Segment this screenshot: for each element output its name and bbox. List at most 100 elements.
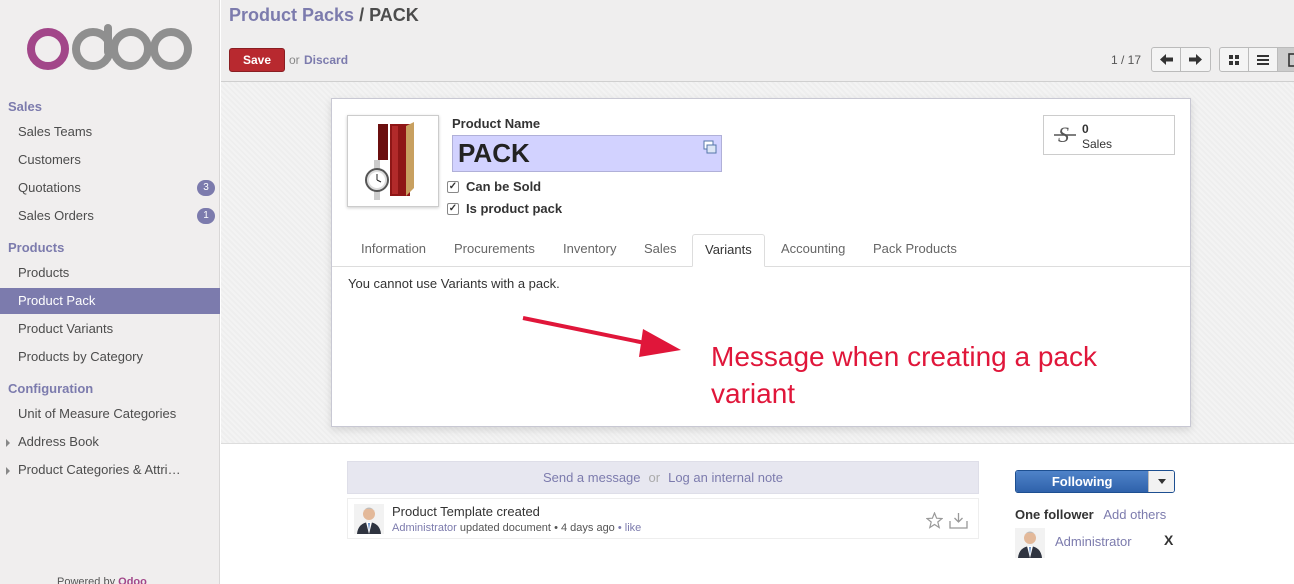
powered-by-text: Powered by <box>57 576 116 584</box>
breadcrumb-separator: / <box>359 5 365 25</box>
breadcrumb-parent-link[interactable]: Product Packs <box>229 5 354 25</box>
translate-icon[interactable] <box>703 140 717 154</box>
view-switcher <box>1219 47 1294 72</box>
tab-inventory[interactable]: Inventory <box>551 234 628 267</box>
is-product-pack-field: ✓ Is product pack <box>447 201 562 216</box>
pager-counter: 1 / 17 <box>1111 53 1142 67</box>
can-be-sold-label: Can be Sold <box>466 179 542 194</box>
add-followers-link[interactable]: Add others <box>1103 507 1166 522</box>
product-name-label: Product Name <box>452 116 541 131</box>
message-dot-link: • <box>617 522 622 534</box>
archive-icon[interactable] <box>949 512 968 529</box>
remove-follower-button[interactable]: X <box>1164 532 1173 548</box>
menu-item-products[interactable]: Products <box>0 260 220 286</box>
sales-stat-label: Sales <box>1082 137 1113 151</box>
tab-accounting[interactable]: Accounting <box>769 234 857 267</box>
menu-item-label: Address Book <box>18 434 99 449</box>
sales-stat-button[interactable]: S 0 Sales <box>1043 115 1175 155</box>
sales-count: 0 <box>1082 122 1089 136</box>
tab-pack-products[interactable]: Pack Products <box>861 234 969 267</box>
caret-right-icon <box>6 439 10 447</box>
avatar <box>354 504 384 534</box>
menu-item-product-pack[interactable]: Product Pack <box>0 288 220 314</box>
like-link[interactable]: like <box>625 522 642 534</box>
arrow-left-icon <box>1159 54 1173 65</box>
strikethrough-dollar-icon: S <box>1054 122 1076 147</box>
menu-item-customers[interactable]: Customers <box>0 147 220 173</box>
list-view-button[interactable] <box>1249 48 1278 71</box>
menu-section-configuration: Configuration <box>8 381 94 396</box>
odoo-logo[interactable] <box>25 22 195 72</box>
menu-item-product-categories[interactable]: Product Categories & Attri… <box>0 457 220 483</box>
star-icon[interactable] <box>926 512 943 529</box>
or-text: or <box>648 470 661 485</box>
menu-item-label: Products by Category <box>18 349 144 364</box>
following-label[interactable]: Following <box>1016 471 1149 492</box>
is-product-pack-checkbox[interactable]: ✓ <box>447 202 459 215</box>
menu-item-quotations[interactable]: Quotations 3 <box>0 175 220 201</box>
breadcrumb: Product Packs / PACK <box>229 5 419 26</box>
annotation-text: Message when creating a pack variant <box>711 341 1097 409</box>
sales-orders-count-badge: 1 <box>197 208 215 224</box>
powered-by-link[interactable]: Odoo <box>118 576 147 584</box>
message-title: Product Template created <box>392 504 540 519</box>
message-dot: • <box>554 522 558 534</box>
variants-tab-message: You cannot use Variants with a pack. <box>348 276 560 291</box>
chatter-composer-bar: Send a message or Log an internal note <box>347 461 979 494</box>
save-button[interactable]: Save <box>229 48 285 72</box>
menu-item-products-by-category[interactable]: Products by Category <box>0 344 220 370</box>
tab-procurements[interactable]: Procurements <box>442 234 547 267</box>
product-image[interactable] <box>347 115 439 207</box>
can-be-sold-field: ✓ Can be Sold <box>447 179 541 194</box>
tab-sales[interactable]: Sales <box>632 234 689 267</box>
menu-item-sales-teams[interactable]: Sales Teams <box>0 119 220 145</box>
product-name-input[interactable]: PACK <box>452 135 722 172</box>
avatar <box>1015 528 1045 558</box>
annotation-arrow-icon <box>522 316 681 357</box>
message-meta: Administrator updated document • 4 days … <box>392 522 641 534</box>
message-action: updated document <box>459 522 551 534</box>
previous-record-button[interactable] <box>1152 48 1181 71</box>
can-be-sold-checkbox[interactable]: ✓ <box>447 180 459 193</box>
follower-name-link[interactable]: Administrator <box>1055 534 1132 549</box>
menu-item-label: Quotations <box>18 180 81 195</box>
form-tabs: Information Procurements Inventory Sales… <box>332 234 1190 267</box>
menu-item-label: Product Categories & Attri… <box>18 462 181 477</box>
breadcrumb-current: PACK <box>369 5 419 25</box>
sidebar: Sales Sales Teams Customers Quotations 3 … <box>0 0 220 584</box>
menu-item-label: Product Variants <box>18 321 114 336</box>
grid-icon <box>1229 54 1239 65</box>
arrow-right-icon <box>1189 54 1202 65</box>
control-panel: Product Packs / PACK Save or Discard 1 /… <box>221 0 1294 82</box>
list-icon <box>1257 54 1269 65</box>
pager-buttons <box>1151 47 1211 72</box>
menu-section-sales: Sales <box>8 99 42 114</box>
follower-row: Administrator X <box>1015 528 1180 560</box>
quotations-count-badge: 3 <box>197 180 215 196</box>
following-dropdown[interactable] <box>1148 471 1174 492</box>
or-text: or <box>289 53 300 67</box>
menu-item-address-book[interactable]: Address Book <box>0 429 220 455</box>
chatter-message: Product Template created Administrator u… <box>347 498 979 539</box>
following-button[interactable]: Following <box>1015 470 1175 493</box>
is-product-pack-label: Is product pack <box>466 201 563 216</box>
product-name-value: PACK <box>458 138 530 168</box>
tab-variants[interactable]: Variants <box>692 234 765 267</box>
menu-item-label: Products <box>18 265 70 280</box>
powered-by: Powered by Odoo <box>57 576 147 584</box>
discard-link[interactable]: Discard <box>304 53 348 67</box>
menu-item-label: Sales Teams <box>18 124 93 139</box>
menu-item-label: Customers <box>18 152 81 167</box>
next-record-button[interactable] <box>1181 48 1210 71</box>
menu-item-uom-categories[interactable]: Unit of Measure Categories <box>0 401 220 427</box>
kanban-view-button[interactable] <box>1220 48 1249 71</box>
message-author-link[interactable]: Administrator <box>392 522 457 534</box>
menu-item-sales-orders[interactable]: Sales Orders 1 <box>0 203 220 229</box>
menu-item-product-variants[interactable]: Product Variants <box>0 316 220 342</box>
form-view-button[interactable] <box>1278 48 1294 71</box>
log-note-link[interactable]: Log an internal note <box>668 470 783 485</box>
form-icon <box>1287 52 1294 67</box>
tab-information[interactable]: Information <box>349 234 438 267</box>
message-time: 4 days ago <box>560 522 615 534</box>
send-message-link[interactable]: Send a message <box>543 470 641 485</box>
